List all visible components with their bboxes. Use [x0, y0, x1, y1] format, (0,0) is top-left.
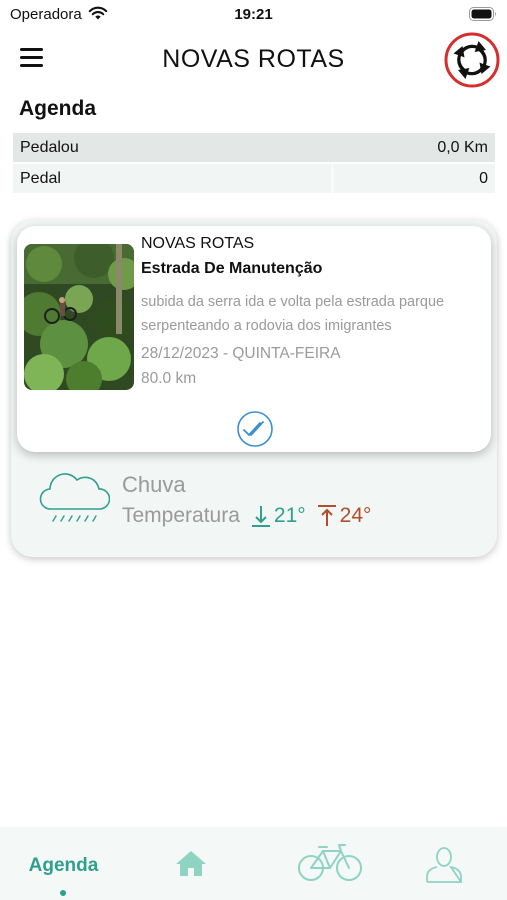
- home-icon: [176, 851, 206, 876]
- clock: 19:21: [234, 6, 273, 23]
- double-check-circle-icon[interactable]: [236, 410, 274, 448]
- rain-cloud-icon: [39, 473, 110, 522]
- summary-label: Pedal: [20, 169, 61, 187]
- summary-value: 0,0 Km: [437, 138, 488, 156]
- active-tab-indicator: [60, 890, 66, 896]
- battery-icon: [469, 7, 496, 21]
- menu-button[interactable]: [20, 48, 50, 72]
- tab-home[interactable]: [127, 827, 254, 900]
- temperature-max-value: 24°: [339, 504, 372, 527]
- tab-agenda[interactable]: Agenda: [0, 827, 127, 900]
- summary-row-pedal: Pedal 0: [13, 164, 495, 193]
- user-icon: [426, 847, 462, 883]
- agenda-summary: Pedalou 0,0 Km Pedal 0: [13, 133, 495, 195]
- route-photo: [24, 244, 134, 390]
- agenda-title: Agenda: [19, 97, 97, 120]
- status-bar: Operadora 19:21: [0, 0, 507, 30]
- app-header: NOVAS ROTAS: [0, 30, 507, 92]
- temperature-row: Temperatura 21° 24°: [122, 503, 371, 529]
- route-date: 28/12/2023 - QUINTA-FEIRA: [141, 345, 341, 362]
- temperature-max: 24°: [316, 504, 372, 528]
- tab-agenda-label: Agenda: [28, 855, 99, 876]
- summary-value: 0: [479, 169, 488, 187]
- weather-condition: Chuva: [122, 472, 186, 497]
- tab-bike[interactable]: [254, 827, 381, 900]
- bicycle-icon: [298, 844, 362, 881]
- temperature-min-value: 21°: [273, 504, 306, 527]
- arrow-down-icon: [251, 506, 270, 527]
- route-organizer: NOVAS ROTAS: [141, 235, 255, 252]
- temperature-label: Temperatura: [122, 504, 240, 527]
- summary-row-pedalou: Pedalou 0,0 Km: [13, 133, 495, 162]
- arrow-up-icon: [317, 505, 336, 526]
- route-distance: 80.0 km: [141, 370, 197, 387]
- circular-arrows-logo[interactable]: [444, 32, 500, 88]
- tab-profile[interactable]: [381, 827, 507, 900]
- tab-bar: Agenda: [0, 827, 507, 900]
- hamburger-menu-icon: [20, 48, 43, 51]
- app-title: NOVAS ROTAS: [162, 45, 345, 73]
- temperature-min: 21°: [250, 504, 306, 528]
- route-description: subida da serra ida e volta pela estrada…: [141, 294, 445, 334]
- summary-label: Pedalou: [20, 138, 79, 156]
- route-name: Estrada De Manutenção: [141, 260, 323, 277]
